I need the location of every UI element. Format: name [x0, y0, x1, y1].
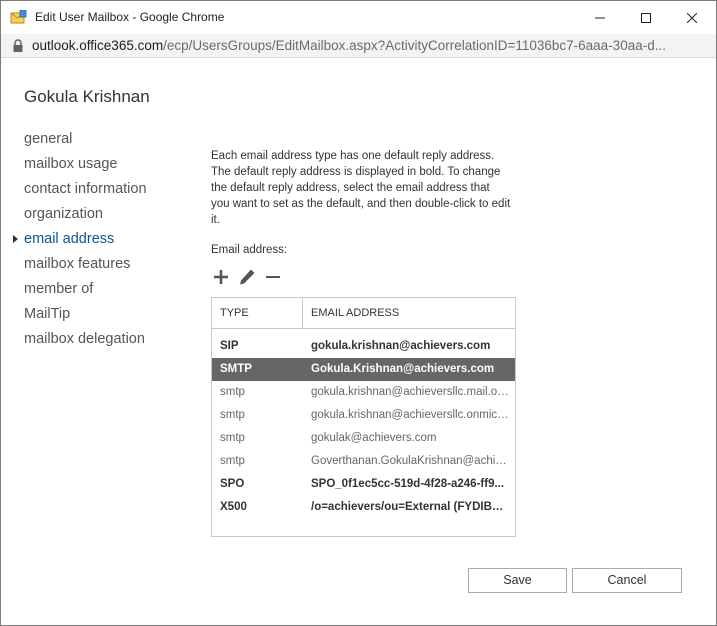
address-bar[interactable]: outlook.office365.com/ecp/UsersGroups/Ed…: [1, 34, 716, 58]
cell-type: X500: [220, 501, 247, 513]
nav-item-label: general: [24, 131, 73, 147]
mailbox-app-icon: [10, 9, 27, 24]
email-address-table: TYPE EMAIL ADDRESS SIP gokula.krishnan@ac…: [211, 297, 516, 537]
nav-item-general[interactable]: general: [24, 130, 147, 155]
minimize-icon: [595, 17, 605, 18]
cell-type: smtp: [220, 386, 245, 398]
plus-icon: [214, 270, 228, 284]
close-button[interactable]: [669, 1, 715, 34]
email-address-label: Email address:: [211, 244, 288, 256]
cell-email-address: Gokula.Krishnan@achievers.com: [311, 363, 495, 375]
table-row[interactable]: SIP gokula.krishnan@achievers.com: [212, 335, 515, 358]
pencil-icon: [240, 269, 255, 285]
nav-item-label: member of: [24, 281, 94, 297]
nav-item-organization[interactable]: organization: [24, 205, 147, 230]
cell-email-address: gokula.krishnan@achievers.com: [311, 340, 491, 352]
cell-email-address: Goverthanan.GokulaKrishnan@achievers.com: [311, 455, 509, 467]
column-header-type[interactable]: TYPE: [212, 298, 303, 329]
nav-item-mailbox-delegation[interactable]: mailbox delegation: [24, 330, 147, 355]
cancel-button[interactable]: Cancel: [572, 568, 682, 593]
nav-item-label: mailbox delegation: [24, 331, 145, 347]
nav-item-contact-information[interactable]: contact information: [24, 180, 147, 205]
cell-type: SMTP: [220, 363, 252, 375]
cell-email-address: SPO_0f1ec5cc-519d-4f28-a246-ff9...: [311, 478, 505, 490]
description-text: Each email address type has one default …: [211, 150, 511, 226]
table-row[interactable]: SPO SPO_0f1ec5cc-519d-4f28-a246-ff9...: [212, 473, 515, 496]
cell-email-address: gokula.krishnan@achieversllc.mail.onmicr…: [311, 386, 509, 398]
close-icon: [687, 12, 697, 23]
edit-email-button[interactable]: [237, 267, 257, 287]
lock-icon[interactable]: [12, 39, 24, 53]
side-navigation: general mailbox usage contact information o…: [13, 130, 147, 355]
table-header: TYPE EMAIL ADDRESS: [212, 298, 515, 329]
table-row[interactable]: smtp gokula.krishnan@achieversllc.mail.on…: [212, 381, 515, 404]
nav-item-member-of[interactable]: member of: [24, 280, 147, 305]
table-row[interactable]: smtp Goverthanan.GokulaKrishnan@achievers…: [212, 450, 515, 473]
table-row[interactable]: X500/o=achievers/ou=External (FYDIBO...: [212, 496, 515, 519]
url-text[interactable]: outlook.office365.com/ecp/UsersGroups/Ed…: [32, 38, 708, 53]
table-row[interactable]: SMTP Gokula.Krishnan@achievers.com: [212, 358, 515, 381]
cell-type: SIP: [220, 340, 239, 352]
cell-email-address: gokulak@achievers.com: [311, 432, 437, 444]
save-button[interactable]: Save: [468, 568, 567, 593]
cell-type: smtp: [220, 409, 245, 421]
table-row[interactable]: smtp gokulak@achievers.com: [212, 427, 515, 450]
maximize-button[interactable]: [623, 1, 669, 34]
nav-item-label: organization: [24, 206, 103, 222]
window-title: Edit User Mailbox - Google Chrome: [35, 10, 225, 24]
cell-type: smtp: [220, 455, 245, 467]
nav-item-label: contact information: [24, 181, 147, 197]
cell-email-address: /o=achievers/ou=External (FYDIBO...: [311, 501, 509, 513]
column-header-email-address[interactable]: EMAIL ADDRESS: [303, 298, 515, 329]
nav-item-label: email address: [24, 231, 115, 247]
cell-type: SPO: [220, 478, 245, 490]
page-title: Gokula Krishnan: [24, 87, 150, 106]
add-email-button[interactable]: [211, 267, 231, 287]
nav-item-email-address[interactable]: email address: [13, 230, 147, 255]
title-bar[interactable]: Edit User Mailbox - Google Chrome: [1, 1, 716, 34]
browser-window: Edit User Mailbox - Google Chrome outloo…: [0, 0, 717, 626]
maximize-icon: [641, 12, 651, 23]
nav-item-mailtip[interactable]: MailTip: [24, 305, 147, 330]
cell-type: smtp: [220, 432, 245, 444]
url-path: /ecp/UsersGroups/EditMailbox.aspx?Activi…: [163, 38, 666, 53]
selected-arrow-icon: [13, 235, 18, 243]
nav-item-mailbox-features[interactable]: mailbox features: [24, 255, 147, 280]
remove-email-button[interactable]: [263, 267, 283, 287]
nav-item-label: mailbox usage: [24, 156, 118, 172]
nav-item-mailbox-usage[interactable]: mailbox usage: [24, 155, 147, 180]
url-host: outlook.office365.com: [32, 38, 164, 53]
minus-icon: [266, 276, 280, 278]
table-row[interactable]: smtp gokula.krishnan@achieversllc.onmicro…: [212, 404, 515, 427]
nav-item-label: mailbox features: [24, 256, 131, 272]
minimize-button[interactable]: [577, 1, 623, 34]
nav-item-label: MailTip: [24, 306, 71, 322]
cell-email-address: gokula.krishnan@achieversllc.onmicrosoft…: [311, 409, 509, 421]
